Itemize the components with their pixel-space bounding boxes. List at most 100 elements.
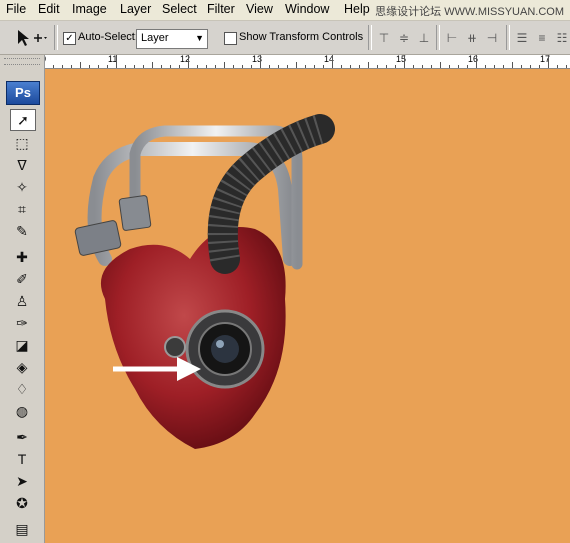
align-vcenter-icon[interactable]: ≑ [396,30,412,46]
menu-edit[interactable]: Edit [38,2,60,16]
distribute-vcenter-icon[interactable]: ≡ [534,30,550,46]
ruler-tick [395,65,396,68]
menu-bar: File Edit Image Layer Select Filter View… [0,0,570,21]
lens-glass [211,335,239,363]
eyedropper-icon[interactable]: ✎ [10,221,34,241]
auto-select-value: Layer [141,32,169,44]
ruler-tick [314,65,315,68]
ruler-tick [458,65,459,68]
ruler-tick [530,65,531,68]
ruler-tick [332,55,333,68]
ruler-tick [224,62,225,68]
menu-image[interactable]: Image [72,2,107,16]
ruler-tick [341,65,342,68]
path-selection-icon[interactable]: ➤ [10,471,34,491]
ruler-tick [422,65,423,68]
tools-panel: Ps ➚ ⬚ ᐁ ✧ ⌗ ✎ ✚ ✐ ♙ ✑ ◪ ◈ ♢ ◍ ✒ T ➤ ✪ ▤ [0,55,45,543]
options-separator [368,25,372,50]
type-tool-icon[interactable]: T [10,449,34,469]
ruler-tick [62,65,63,68]
eraser-icon[interactable]: ◪ [10,335,34,355]
ruler-tick [413,65,414,68]
small-knob [164,336,186,358]
panel-grip[interactable] [4,58,40,65]
clone-stamp-icon[interactable]: ♙ [10,291,34,311]
healing-brush-icon[interactable]: ✚ [10,247,34,267]
ruler-tick [476,55,477,68]
ruler-tick [197,65,198,68]
notes-icon[interactable]: ▤ [10,519,34,539]
pipe-fitting [74,220,122,256]
align-top-icon[interactable]: ⊤ [376,30,392,46]
menu-window[interactable]: Window [285,2,329,16]
align-hcenter-icon[interactable]: ⧺ [464,30,480,46]
auto-select-label: Auto-Select: [78,31,138,43]
distribute-top-icon[interactable]: ☰ [514,30,530,46]
ruler-tick [503,65,504,68]
canvas-artwork [74,114,335,449]
ruler-tick [215,65,216,68]
brush-icon[interactable]: ✐ [10,269,34,289]
ruler-tick [548,55,549,68]
lasso-tool-icon[interactable]: ᐁ [10,155,34,175]
ruler-tick [269,65,270,68]
ruler-tick [260,55,261,68]
align-right-icon[interactable]: ⊣ [484,30,500,46]
options-separator [436,25,440,50]
dodge-tool-icon[interactable]: ◍ [10,401,34,421]
paint-bucket-icon[interactable]: ◈ [10,357,34,377]
move-tool-icon[interactable]: ➚ [10,109,36,131]
tool-preset-picker[interactable] [14,27,48,49]
options-separator [54,25,58,50]
magic-wand-icon[interactable]: ✧ [10,177,34,197]
document-canvas[interactable] [45,69,570,543]
align-left-icon[interactable]: ⊢ [444,30,460,46]
custom-shape-icon[interactable]: ✪ [10,493,34,513]
watermark-text: 思缘设计论坛 WWW.MISSYUAN.COM [375,6,564,18]
ruler-tick [404,55,405,68]
ruler-tick [494,65,495,68]
ruler-tick [143,65,144,68]
ruler-tick [134,65,135,68]
chevron-down-icon: ▼ [195,33,204,43]
ruler-tick [107,65,108,68]
auto-select-dropdown[interactable]: Layer ▼ [136,29,208,49]
ruler-tick [449,65,450,68]
photoshop-logo[interactable]: Ps [6,81,40,105]
marquee-tool-icon[interactable]: ⬚ [10,133,34,153]
menu-filter[interactable]: Filter [207,2,235,16]
history-brush-icon[interactable]: ✑ [10,313,34,333]
ruler-tick [440,62,441,68]
ruler-tick [80,62,81,68]
pen-tool-icon[interactable]: ✒ [10,427,34,447]
ruler-tick [386,65,387,68]
distribute-bottom-icon[interactable]: ☷ [554,30,570,46]
menu-select[interactable]: Select [162,2,197,16]
pipe-fitting [118,195,152,231]
ruler-tick [125,65,126,68]
menu-view[interactable]: View [246,2,273,16]
ruler-tick [152,62,153,68]
show-transform-checkbox[interactable] [224,32,237,45]
ruler-tick [359,65,360,68]
ruler-tick [485,65,486,68]
menu-file[interactable]: File [6,2,26,16]
menu-help[interactable]: Help [344,2,370,16]
ruler-tick [116,55,117,68]
ruler-tick [188,55,189,68]
auto-select-checkbox[interactable]: ✓ [63,32,76,45]
ruler-tick [233,65,234,68]
blur-tool-icon[interactable]: ♢ [10,379,34,399]
ruler-tick [323,65,324,68]
ruler-tick [98,65,99,68]
ruler-tick [89,65,90,68]
align-bottom-icon[interactable]: ⊥ [416,30,432,46]
move-tool-icon [18,30,47,46]
ruler-tick [242,65,243,68]
options-separator [506,25,510,50]
menu-layer[interactable]: Layer [120,2,151,16]
ruler-tick [53,65,54,68]
ruler-tick [305,65,306,68]
crop-tool-icon[interactable]: ⌗ [10,199,34,219]
ruler-tick [278,65,279,68]
